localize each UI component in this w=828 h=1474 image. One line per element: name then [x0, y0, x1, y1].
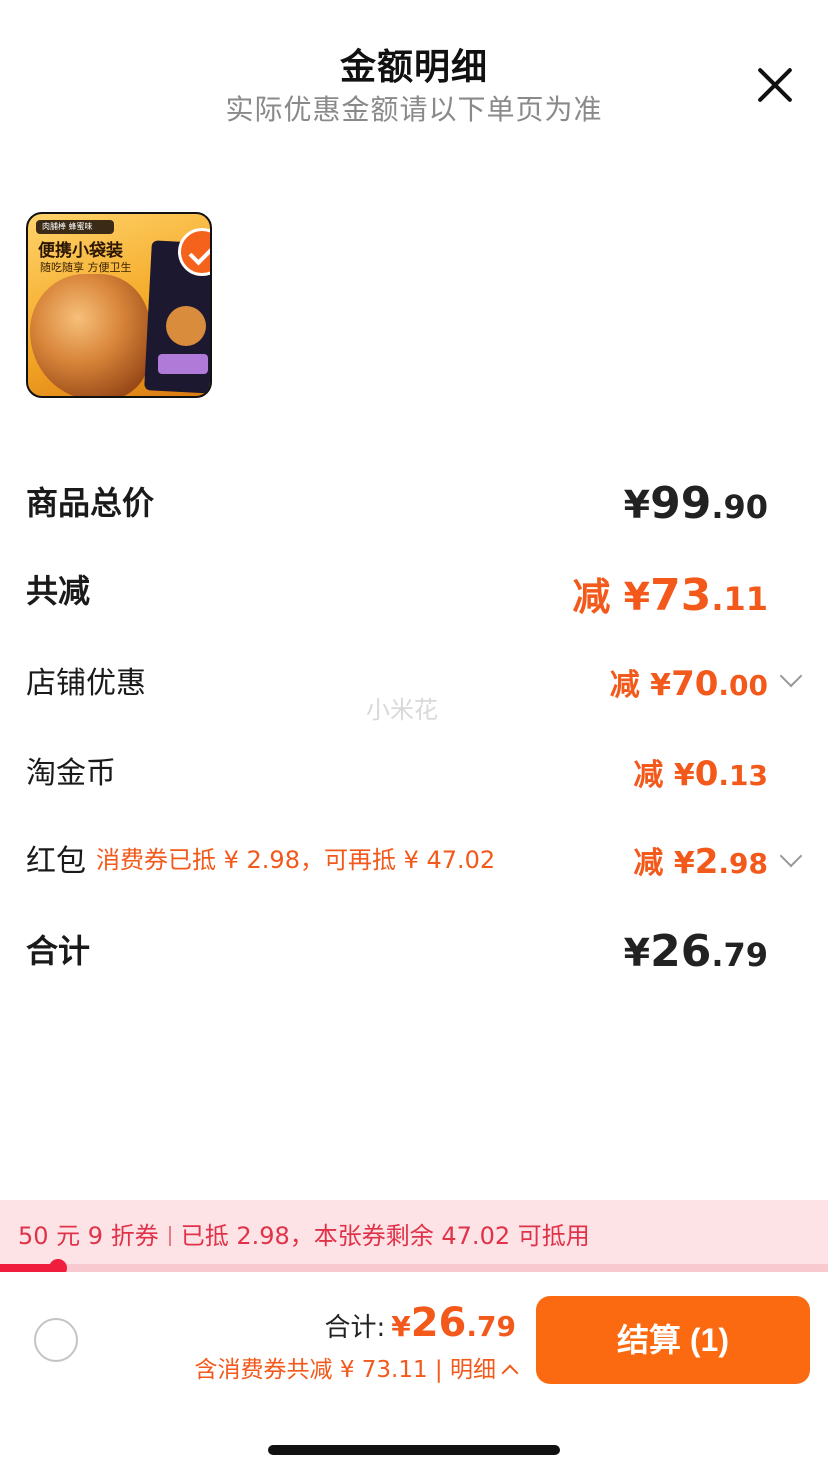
red-packet-label: 红包: [26, 844, 86, 879]
total-discount-label: 共减: [26, 572, 91, 610]
page-subtitle: 实际优惠金额请以下单页为准: [225, 93, 603, 126]
red-packet-chevron-down-icon[interactable]: [780, 850, 802, 872]
product-image-title: 便携小袋装: [38, 241, 123, 261]
coupon-progress-track: [0, 1264, 828, 1272]
select-all-radio[interactable]: [34, 1318, 78, 1362]
home-indicator: [268, 1445, 560, 1455]
banner-divider: [168, 1226, 171, 1246]
coupon-name: 50 元 9 折券: [18, 1222, 159, 1250]
chevron-up-icon: [501, 1364, 519, 1382]
total-price-label: 商品总价: [26, 484, 155, 522]
bottom-total: 合计: ¥26.79: [324, 1300, 516, 1346]
coupon-detail: 已抵 2.98，本张券剩余 47.02 可抵用: [180, 1222, 590, 1250]
taojinbi-label: 淘金币: [26, 756, 116, 791]
product-image-mascot: [166, 306, 206, 346]
red-packet-coupon-note: 消费券已抵 ¥ 2.98，可再抵 ¥ 47.02: [96, 846, 496, 874]
product-image-subtitle: 随吃随享 方便卫生: [40, 261, 132, 274]
subtotal-amount: ¥26.79: [623, 926, 768, 977]
amount-detail-sheet: 金额明细 实际优惠金额请以下单页为准 肉脯棒 蜂蜜味 便携小袋装 随吃随享 方便…: [0, 0, 828, 1474]
watermark: 小米花: [366, 696, 438, 724]
shop-discount-chevron-down-icon[interactable]: [780, 670, 802, 692]
product-tag: 肉脯棒 蜂蜜味: [36, 220, 114, 234]
close-icon[interactable]: [752, 62, 798, 108]
red-packet-amount[interactable]: 减 ¥2.98: [633, 838, 768, 882]
coupon-banner: 50 元 9 折券 已抵 2.98，本张券剩余 47.02 可抵用: [0, 1200, 828, 1266]
bottom-total-label: 合计:: [324, 1313, 386, 1343]
taojinbi-amount: 减 ¥0.13: [633, 754, 768, 794]
product-image-label: [158, 354, 208, 374]
total-discount-amount: 减 ¥73.11: [572, 570, 768, 621]
shop-discount-label: 店铺优惠: [26, 666, 146, 701]
coupon-banner-text: 50 元 9 折券 已抵 2.98，本张券剩余 47.02 可抵用: [18, 1216, 590, 1251]
product-image-meat: [30, 274, 150, 396]
subtotal-label: 合计: [26, 932, 91, 970]
page-title: 金额明细: [339, 47, 488, 88]
total-price-amount: ¥99.90: [623, 478, 768, 529]
checkout-button[interactable]: 结算 (1): [536, 1296, 810, 1384]
product-thumbnail[interactable]: 肉脯棒 蜂蜜味 便携小袋装 随吃随享 方便卫生: [26, 212, 212, 398]
discount-detail-link[interactable]: 含消费券共减 ¥ 73.11 | 明细: [195, 1350, 519, 1384]
shop-discount-amount[interactable]: 减 ¥70.00: [610, 660, 768, 704]
